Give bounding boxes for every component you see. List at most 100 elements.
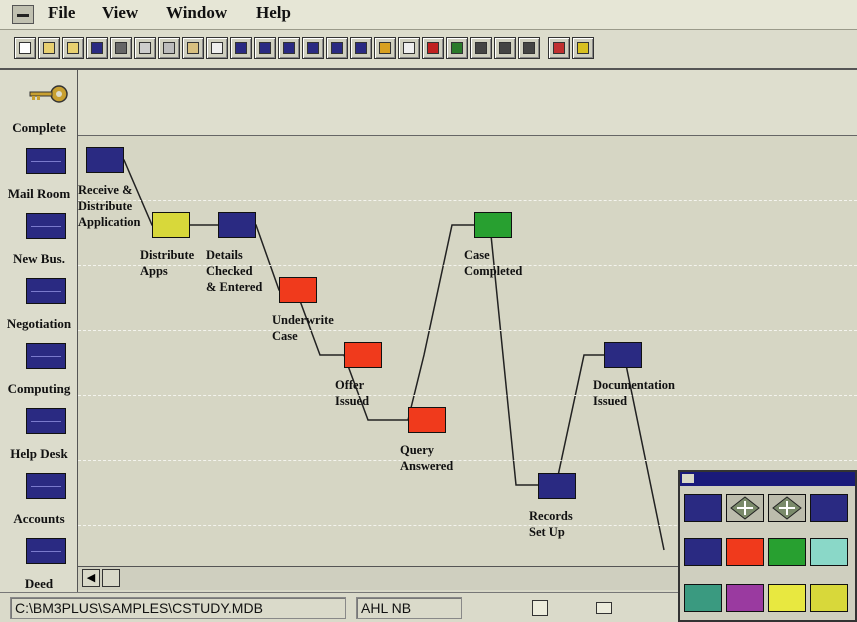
open-icon-glyph	[67, 42, 79, 54]
lane-label: New Bus.	[12, 251, 65, 266]
grid-icon-glyph	[451, 42, 463, 54]
horizontal-scrollbar[interactable]: ◀	[78, 566, 678, 590]
help-icon[interactable]	[398, 37, 420, 59]
color-swatch[interactable]	[684, 538, 722, 566]
paste-icon-glyph	[187, 42, 199, 54]
query-icon[interactable]	[422, 37, 444, 59]
process-node[interactable]	[344, 342, 382, 368]
shape-palette	[678, 470, 857, 622]
lane-icon[interactable]	[26, 278, 66, 304]
palette-title-bar[interactable]	[680, 472, 855, 486]
process-node[interactable]	[152, 212, 190, 238]
menu-help[interactable]: Help	[256, 3, 291, 23]
process-node[interactable]	[538, 473, 576, 499]
properties-icon[interactable]	[206, 37, 228, 59]
form-icon[interactable]	[230, 37, 252, 59]
scroll-thumb[interactable]	[102, 569, 120, 587]
print-icon[interactable]	[110, 37, 132, 59]
color-swatch[interactable]	[768, 584, 806, 612]
new-doc-icon[interactable]	[14, 37, 36, 59]
database-icon-glyph	[355, 42, 367, 54]
color-swatch[interactable]	[810, 538, 848, 566]
lane-icon[interactable]	[26, 213, 66, 239]
report-icon[interactable]	[494, 37, 516, 59]
lane-divider	[78, 330, 857, 331]
print-icon-glyph	[115, 42, 127, 54]
process-node-label: Details Checked & Entered	[206, 248, 263, 294]
lane-icon[interactable]	[26, 408, 66, 434]
copy-icon[interactable]	[158, 37, 180, 59]
scroll-left-button[interactable]: ◀	[82, 569, 100, 587]
network-icon[interactable]	[548, 37, 570, 59]
menu-file[interactable]: File	[48, 3, 75, 23]
document-icon[interactable]	[532, 600, 548, 616]
org-chart-icon-glyph	[331, 42, 343, 54]
color-swatch[interactable]	[768, 538, 806, 566]
color-swatch[interactable]	[684, 584, 722, 612]
note-icon[interactable]	[596, 602, 612, 614]
lane-divider	[78, 200, 857, 201]
lane-label: Mail Room	[7, 186, 71, 201]
lane-divider	[78, 395, 857, 396]
node-shape-icon[interactable]	[768, 494, 806, 522]
system-menu-button[interactable]	[12, 5, 34, 24]
menu-window[interactable]: Window	[166, 3, 227, 23]
video-icon[interactable]	[518, 37, 540, 59]
lane-icon[interactable]	[26, 538, 66, 564]
process-node-label: Query Answered	[400, 443, 454, 473]
color-swatch[interactable]	[810, 494, 848, 522]
palette-close-button[interactable]	[682, 474, 694, 483]
save-icon[interactable]	[86, 37, 108, 59]
cut-icon[interactable]	[134, 37, 156, 59]
key-icon[interactable]	[26, 84, 70, 104]
new-doc-icon-glyph	[19, 42, 31, 54]
lane-icon[interactable]	[26, 343, 66, 369]
key-icon[interactable]	[374, 37, 396, 59]
lane-label: Computing	[7, 381, 71, 396]
status-model-name: AHL NB	[356, 597, 462, 619]
open-folder-icon-glyph	[43, 42, 55, 54]
menu-bar: File View Window Help	[0, 0, 857, 30]
org-chart-icon[interactable]	[326, 37, 348, 59]
wand-icon[interactable]	[572, 37, 594, 59]
lane-divider	[78, 460, 857, 461]
process-node[interactable]	[474, 212, 512, 238]
lane-column: Complete Mail Room New Bus. Negotiation Comp…	[0, 70, 78, 592]
line-chart-icon[interactable]	[302, 37, 324, 59]
process-node[interactable]	[279, 277, 317, 303]
process-node-label: Case Completed	[464, 248, 523, 278]
camera-icon[interactable]	[470, 37, 492, 59]
process-node[interactable]	[86, 147, 124, 173]
lane-icon[interactable]	[26, 473, 66, 499]
bar-chart-icon[interactable]	[278, 37, 300, 59]
grid-icon[interactable]	[446, 37, 468, 59]
process-node[interactable]	[604, 342, 642, 368]
process-node-label: Distribute Apps	[140, 248, 195, 278]
database-icon[interactable]	[350, 37, 372, 59]
key-icon-glyph	[379, 42, 391, 54]
color-swatch[interactable]	[684, 494, 722, 522]
lane-label: Deed	[24, 576, 54, 591]
open-folder-icon[interactable]	[38, 37, 60, 59]
process-node-label: Underwrite Case	[272, 313, 334, 343]
process-node[interactable]	[218, 212, 256, 238]
open-icon[interactable]	[62, 37, 84, 59]
paste-icon[interactable]	[182, 37, 204, 59]
lane-label: Help Desk	[10, 446, 68, 461]
process-node-label: Records Set Up	[529, 509, 573, 539]
color-swatch[interactable]	[726, 584, 764, 612]
wand-icon-glyph	[577, 42, 589, 54]
node-shape-icon[interactable]	[726, 494, 764, 522]
process-node[interactable]	[408, 407, 446, 433]
menu-view[interactable]: View	[102, 3, 138, 23]
properties-icon-glyph	[211, 42, 223, 54]
help-icon-glyph	[403, 42, 415, 54]
lane-label: Complete	[12, 120, 66, 135]
color-swatch[interactable]	[810, 584, 848, 612]
form-icon-glyph	[235, 42, 247, 54]
lane-icon[interactable]	[26, 148, 66, 174]
color-swatch[interactable]	[726, 538, 764, 566]
process-node-label: Offer Issued	[335, 378, 370, 408]
table-icon[interactable]	[254, 37, 276, 59]
process-node-label: Documentation Issued	[593, 378, 675, 408]
